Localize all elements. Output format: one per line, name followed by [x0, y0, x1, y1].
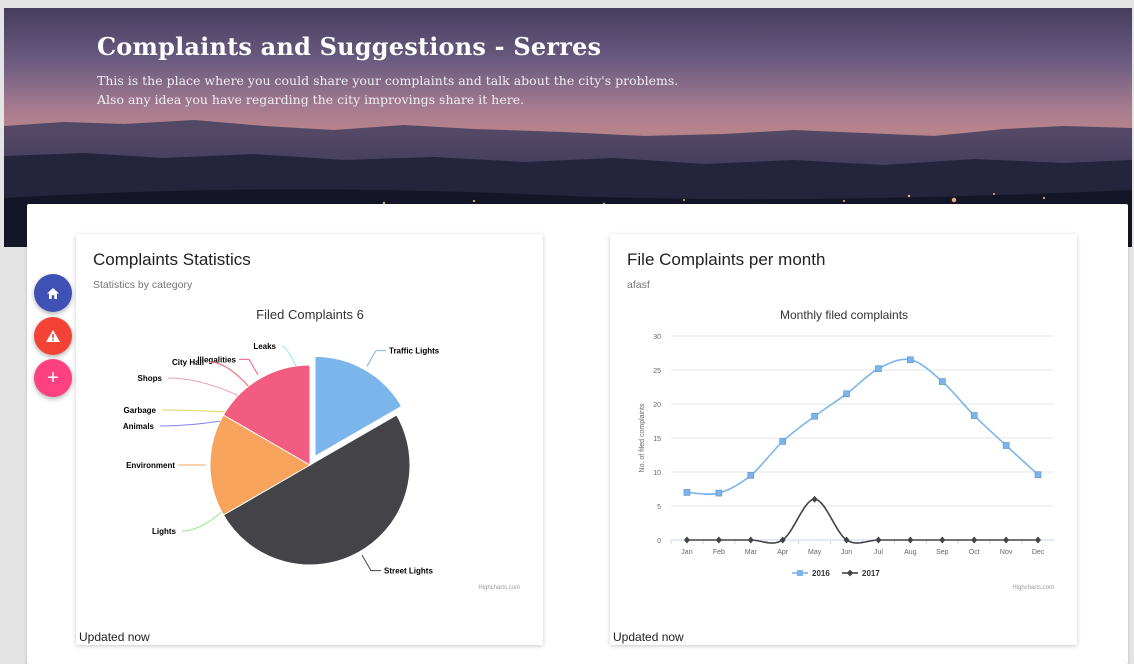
chart-legend: 2016 2017 — [792, 569, 880, 578]
description-line-1: This is the place where you could share … — [97, 73, 679, 88]
chart-title: Monthly filed complaints — [780, 308, 908, 322]
chart-credits: Highcharts.com — [1012, 585, 1054, 591]
point-marker-2017 — [715, 536, 722, 544]
point-marker-2016 — [970, 412, 978, 419]
x-tick-label: Feb — [713, 549, 725, 556]
y-tick-label: 0 — [657, 538, 661, 545]
point-marker-2016 — [683, 489, 691, 496]
point-marker-2016 — [811, 412, 818, 420]
point-marker-2016 — [843, 390, 850, 398]
pie-label-lights: Lights — [152, 527, 177, 536]
pie-connector-traffic-lights — [366, 350, 386, 367]
x-tick-label: Oct — [969, 549, 980, 556]
x-tick-label: May — [808, 549, 822, 556]
point-marker-2016 — [1034, 471, 1042, 479]
x-tick-label: Dec — [1032, 549, 1045, 556]
monthly-complaints-card: File Complaints per month afasf Monthly … — [610, 234, 1077, 645]
y-tick-label: 30 — [653, 334, 661, 341]
report-problem-button[interactable] — [34, 317, 72, 355]
pie-connector-leaks — [281, 345, 297, 367]
add-complaint-button[interactable]: + — [34, 359, 72, 397]
line-chart: Monthly filed complaints 0 5 10 15 20 25 30 Jan F… — [639, 308, 1054, 591]
y-tick-label: 15 — [653, 436, 661, 443]
warning-icon — [46, 330, 60, 342]
card-footer: Updated now — [613, 630, 684, 644]
y-axis-label: No. of filed complaints — [639, 403, 646, 472]
pie-label-leaks: Leaks — [253, 342, 276, 351]
card-footer: Updated now — [79, 630, 150, 644]
pie-label-animals: Animals — [123, 422, 155, 431]
pie-connector-lights — [181, 511, 223, 532]
pie-chart: Filed Complaints 6 Traffic Lights Street L… — [123, 307, 520, 591]
point-marker-2017 — [875, 536, 882, 544]
x-tick-label: Jun — [841, 549, 852, 556]
x-tick-label: Nov — [1000, 549, 1013, 556]
series-line-2016 — [686, 358, 1039, 495]
pie-connector-animals — [159, 420, 221, 427]
pie-connector-garbage — [161, 409, 226, 413]
point-marker-2016 — [907, 356, 914, 364]
page-title: Complaints and Suggestions - Serres — [97, 32, 602, 61]
x-tick-label: Apr — [777, 549, 789, 556]
x-tick-label: Sep — [936, 549, 949, 556]
home-button[interactable] — [34, 274, 72, 312]
pie-connector-city-hall — [209, 361, 249, 387]
point-marker-2017 — [747, 536, 754, 544]
x-tick-label: Jul — [874, 549, 883, 556]
point-marker-2016 — [1002, 442, 1010, 449]
home-icon — [47, 287, 59, 299]
y-tick-label: 5 — [657, 504, 661, 511]
pie-label-city-hall: City Hall — [172, 358, 204, 367]
pie-connector-illegalities — [239, 358, 259, 376]
legend-label-2016: 2016 — [812, 569, 830, 578]
y-tick-label: 20 — [653, 402, 661, 409]
pie-label-shops: Shops — [138, 374, 163, 383]
add-icon: + — [47, 366, 59, 389]
point-marker-2017 — [939, 536, 946, 544]
legend-marker-2017 — [847, 569, 853, 577]
description-line-2: Also any idea you have regarding the cit… — [97, 92, 525, 107]
pie-label-garbage: Garbage — [124, 406, 157, 415]
point-marker-2016 — [938, 378, 946, 385]
chart-title: Filed Complaints 6 — [256, 307, 364, 322]
point-marker-2017 — [1035, 536, 1042, 544]
point-marker-2016 — [747, 472, 755, 479]
legend-marker-2016 — [797, 570, 803, 576]
point-marker-2016 — [715, 489, 723, 497]
pie-connector-shops — [167, 377, 239, 396]
y-tick-label: 25 — [653, 368, 661, 375]
point-marker-2017 — [907, 536, 914, 544]
x-tick-label: Jan — [681, 549, 692, 556]
point-marker-2017 — [683, 536, 690, 544]
legend-label-2017: 2017 — [862, 569, 880, 578]
point-marker-2016 — [875, 365, 882, 372]
x-tick-label: Aug — [904, 549, 917, 556]
y-tick-label: 10 — [653, 470, 661, 477]
chart-credits: Highcharts.com — [478, 585, 520, 591]
point-marker-2017 — [971, 536, 978, 544]
x-tick-label: Mar — [745, 549, 758, 556]
point-marker-2017 — [811, 495, 818, 503]
pie-connector-street-lights — [361, 554, 381, 572]
pie-label-environment: Environment — [126, 461, 175, 470]
complaints-statistics-card: Complaints Statistics Statistics by cate… — [76, 234, 543, 645]
page-description: This is the place where you could share … — [97, 71, 737, 109]
pie-label-traffic-lights: Traffic Lights — [389, 347, 440, 356]
point-marker-2016 — [779, 438, 787, 445]
point-marker-2017 — [1003, 536, 1010, 544]
pie-label-street-lights: Street Lights — [384, 567, 433, 576]
